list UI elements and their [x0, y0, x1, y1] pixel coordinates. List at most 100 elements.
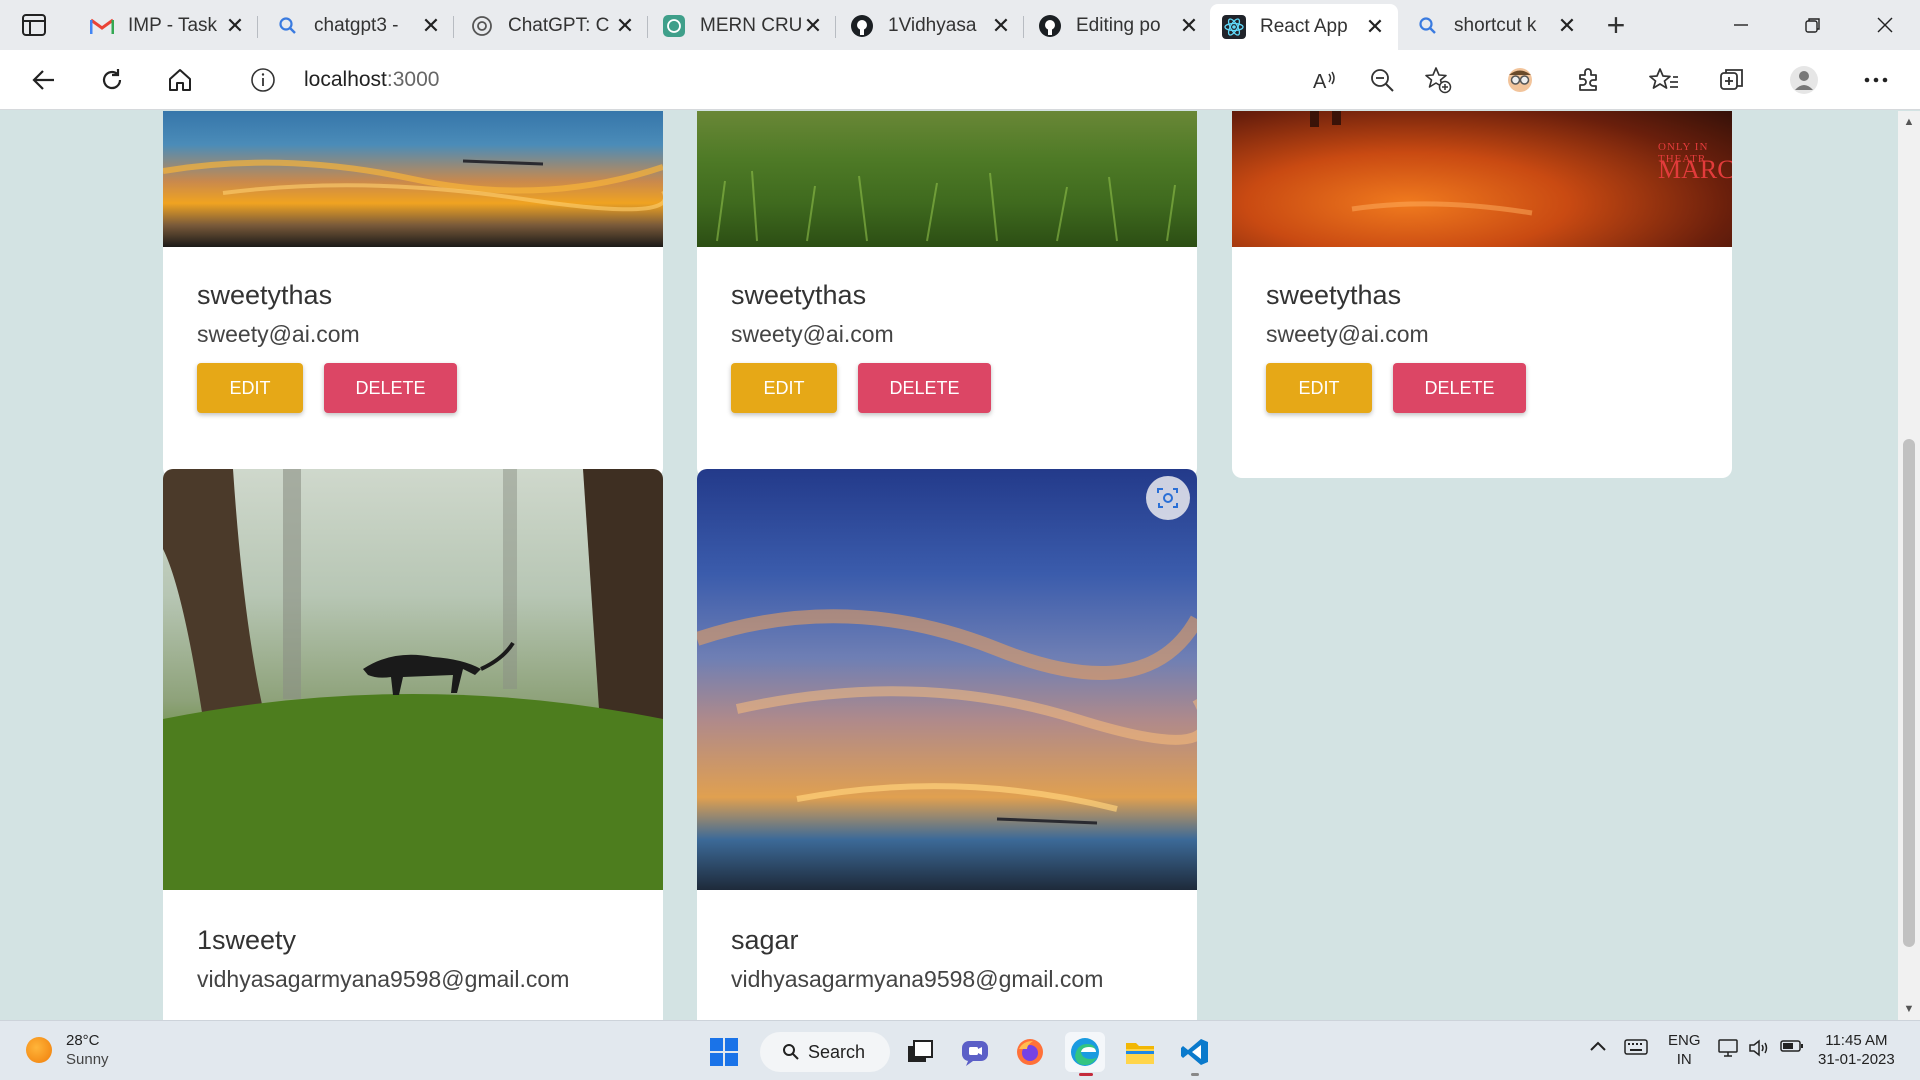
user-card: sweetythas sweety@ai.com EDIT DELETE	[163, 111, 663, 478]
close-tab-icon[interactable]: ✕	[990, 13, 1012, 38]
home-button[interactable]	[160, 60, 200, 100]
keyboard-icon[interactable]	[1624, 1038, 1648, 1061]
tab-title: chatgpt3 -	[314, 15, 399, 36]
gmail-icon	[90, 14, 114, 38]
site-info-icon[interactable]	[248, 65, 278, 95]
sun-icon	[26, 1037, 52, 1063]
user-name: sweetythas	[731, 280, 867, 310]
user-card: 1sweety vidhyasagarmyana9598@gmail.com	[163, 469, 663, 1020]
tab-shortcut-search[interactable]: shortcut k ✕	[1404, 4, 1590, 48]
search-icon	[276, 14, 300, 38]
tab-title: React App	[1260, 16, 1348, 37]
tab-title: 1Vidhyasa	[888, 15, 977, 36]
restore-button[interactable]	[1778, 0, 1848, 50]
openai-icon	[470, 14, 494, 38]
browser-toolbar: localhost:3000 A	[0, 50, 1920, 110]
teams-chat-icon[interactable]	[955, 1032, 995, 1072]
start-button[interactable]	[704, 1032, 744, 1072]
tab-react-app[interactable]: React App ✕	[1210, 4, 1398, 50]
close-tab-icon[interactable]: ✕	[1178, 13, 1200, 38]
edge-icon[interactable]	[1065, 1032, 1105, 1076]
close-tab-icon[interactable]: ✕	[1364, 14, 1386, 39]
tab-github-editing[interactable]: Editing po ✕	[1026, 4, 1212, 48]
user-email: sweety@ai.com	[197, 321, 360, 347]
page-scrollbar[interactable]: ▲ ▼	[1898, 111, 1920, 1020]
delete-button[interactable]: DELETE	[858, 363, 991, 413]
weather-widget[interactable]: 28°C Sunny	[26, 1031, 109, 1069]
collections-icon[interactable]	[1712, 60, 1752, 100]
new-tab-button[interactable]: +	[1596, 8, 1636, 44]
language-indicator[interactable]: ENG IN	[1668, 1031, 1701, 1069]
tab-github-repo[interactable]: 1Vidhyasa ✕	[838, 4, 1024, 48]
account-avatar[interactable]	[1784, 60, 1824, 100]
windows-icon	[710, 1038, 738, 1066]
network-icon[interactable]	[1718, 1037, 1740, 1064]
user-card: ONLY IN THEATR MARCH sweetythas sweety@a…	[1232, 111, 1732, 478]
zoom-out-icon[interactable]	[1364, 62, 1400, 98]
url-text[interactable]: localhost:3000	[304, 68, 439, 92]
extensions-icon[interactable]	[1568, 60, 1608, 100]
volume-icon[interactable]	[1748, 1037, 1770, 1064]
language-code: ENG	[1668, 1032, 1701, 1049]
close-tab-icon[interactable]: ✕	[614, 13, 636, 38]
add-favorite-icon[interactable]	[1420, 62, 1456, 98]
close-tab-icon[interactable]: ✕	[420, 13, 442, 38]
user-email: sweety@ai.com	[731, 321, 894, 347]
search-icon	[1416, 14, 1440, 38]
card-image: ONLY IN THEATR MARCH	[1232, 111, 1732, 247]
edit-button[interactable]: EDIT	[197, 363, 303, 413]
page-viewport: sweetythas sweety@ai.com EDIT DELETE swe…	[0, 111, 1898, 1020]
profile-extension-icon[interactable]	[1500, 60, 1540, 100]
user-card: sagar vidhyasagarmyana9598@gmail.com	[697, 469, 1197, 1020]
task-view-icon[interactable]	[900, 1032, 940, 1072]
card-image	[163, 111, 663, 247]
scrollbar-thumb[interactable]	[1903, 439, 1915, 947]
tab-chatgpt3-search[interactable]: chatgpt3 - ✕	[264, 4, 454, 48]
minimize-button[interactable]	[1706, 0, 1776, 50]
show-hidden-icons-chevron-icon[interactable]	[1588, 1037, 1608, 1062]
delete-button[interactable]: DELETE	[1393, 363, 1526, 413]
windows-taskbar: 28°C Sunny Search ENG IN 11:45 AM 31-01-…	[0, 1020, 1920, 1080]
tab-title: shortcut k	[1454, 15, 1537, 36]
delete-button[interactable]: DELETE	[324, 363, 457, 413]
taskbar-search[interactable]: Search	[760, 1032, 890, 1072]
tab-strip: IMP - Task ✕ chatgpt3 - ✕ ChatGPT: C ✕ M…	[0, 0, 1920, 50]
close-tab-icon[interactable]: ✕	[224, 13, 246, 38]
tab-chatgpt[interactable]: ChatGPT: C ✕	[458, 4, 648, 48]
region-code: IN	[1676, 1051, 1692, 1068]
settings-more-icon[interactable]	[1856, 60, 1896, 100]
card-image	[697, 111, 1197, 247]
firefox-icon[interactable]	[1010, 1032, 1050, 1072]
url-port: :3000	[386, 68, 440, 91]
edit-button[interactable]: EDIT	[1266, 363, 1372, 413]
tab-gmail[interactable]: IMP - Task ✕	[78, 4, 258, 48]
vscode-icon[interactable]	[1175, 1032, 1215, 1076]
openai-icon	[662, 14, 686, 38]
close-tab-icon[interactable]: ✕	[802, 13, 824, 38]
file-explorer-icon[interactable]	[1120, 1032, 1160, 1072]
tab-title: MERN CRU	[700, 15, 802, 36]
address-bar[interactable]: localhost:3000 A	[226, 56, 1472, 104]
read-aloud-icon[interactable]: A	[1308, 62, 1344, 98]
favorites-icon[interactable]	[1644, 60, 1684, 100]
refresh-button[interactable]	[92, 60, 132, 100]
user-card: sweetythas sweety@ai.com EDIT DELETE	[697, 111, 1197, 478]
edit-button[interactable]: EDIT	[731, 363, 837, 413]
clock-date: 31-01-2023	[1818, 1051, 1895, 1068]
visual-search-icon	[1157, 488, 1178, 508]
tab-actions-menu-icon[interactable]	[20, 12, 54, 38]
user-name: 1sweety	[197, 925, 297, 955]
close-window-button[interactable]	[1850, 0, 1920, 50]
visual-search-button[interactable]	[1146, 476, 1190, 520]
scroll-up-arrow-icon[interactable]: ▲	[1898, 111, 1920, 133]
back-button[interactable]	[24, 60, 64, 100]
scroll-down-arrow-icon[interactable]: ▼	[1898, 998, 1920, 1020]
tab-title: ChatGPT: C	[508, 15, 610, 36]
github-icon	[1038, 14, 1062, 38]
clock[interactable]: 11:45 AM 31-01-2023	[1818, 1031, 1895, 1069]
close-tab-icon[interactable]: ✕	[1556, 13, 1578, 38]
poster-title: MARCH	[1658, 155, 1732, 184]
battery-icon[interactable]	[1780, 1038, 1804, 1059]
user-name: sweetythas	[1266, 280, 1402, 310]
tab-mern-crud[interactable]: MERN CRU ✕	[650, 4, 836, 48]
